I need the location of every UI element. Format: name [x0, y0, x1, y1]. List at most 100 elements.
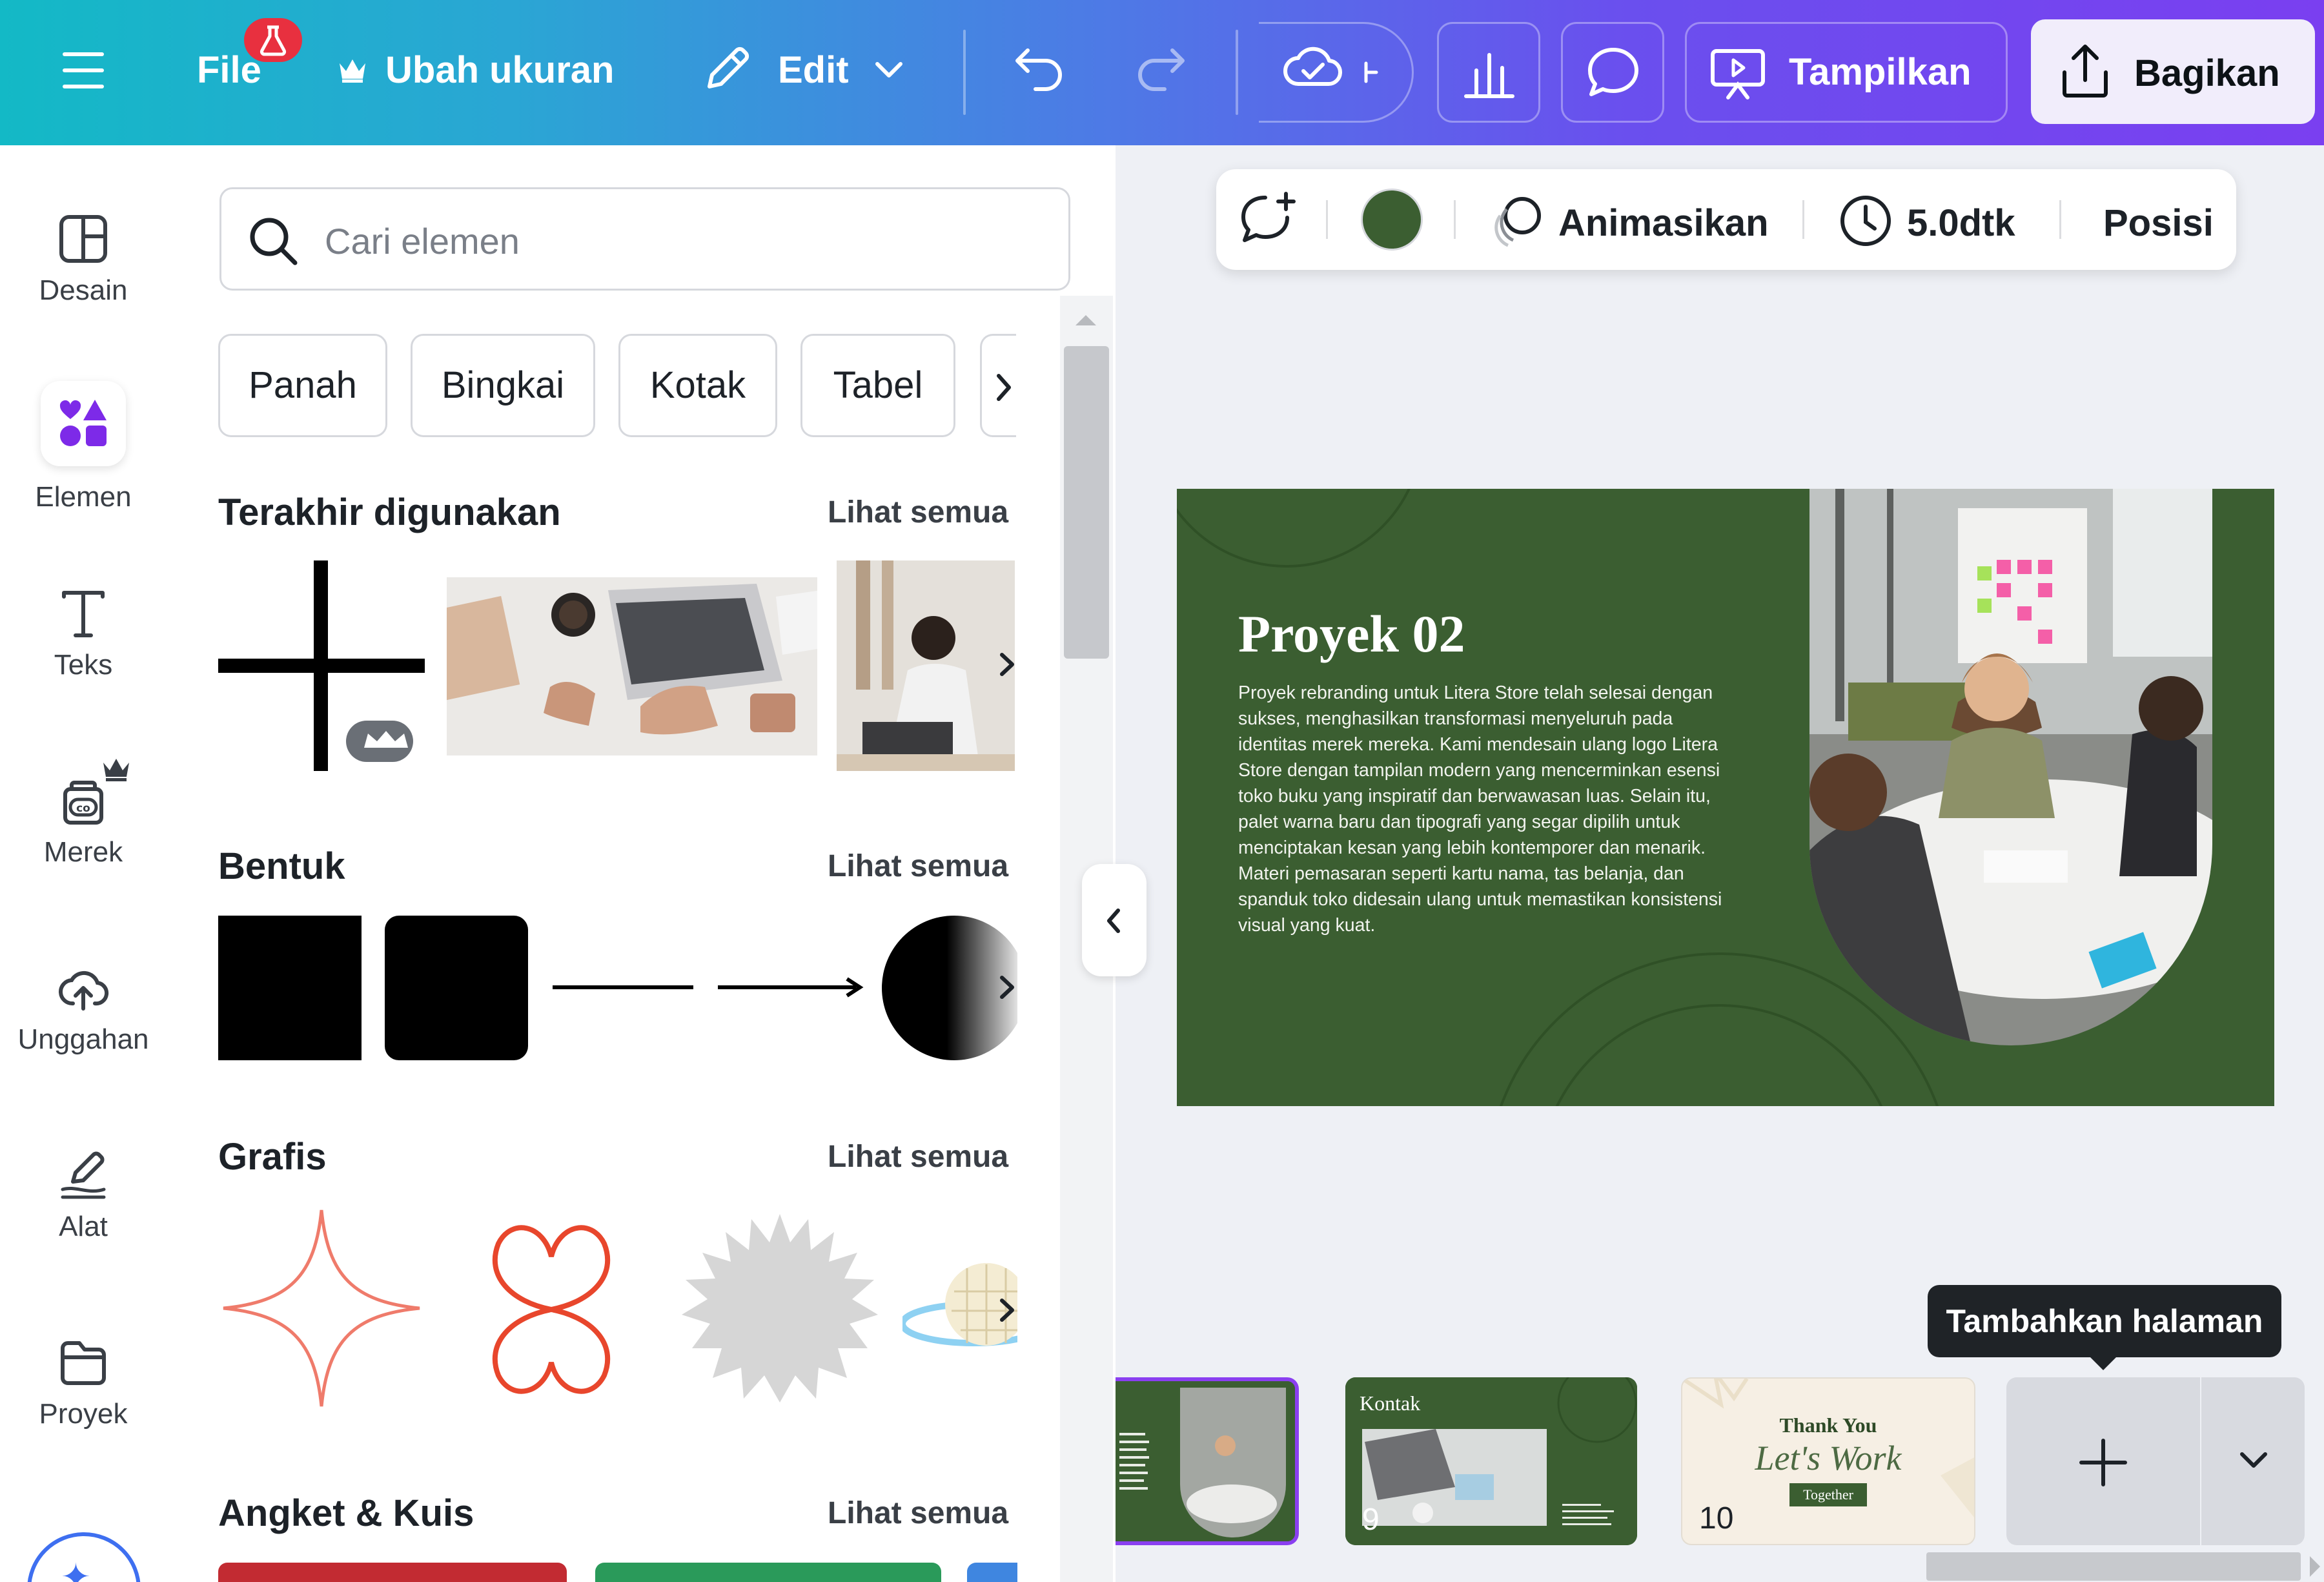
rail-item-uploads[interactable]: Unggahan: [0, 927, 167, 1101]
rail-label: Unggahan: [17, 1023, 149, 1055]
page-thumb-9[interactable]: Kontak 9: [1345, 1377, 1637, 1545]
lab-badge: [244, 18, 302, 62]
page-thumb-current[interactable]: [1116, 1377, 1299, 1545]
rail-item-brand[interactable]: co Merek: [0, 739, 167, 914]
collapse-panel-button[interactable]: [1082, 864, 1147, 976]
comments-button[interactable]: [1561, 22, 1664, 123]
chevron-right-icon: [996, 373, 1013, 402]
chevron-left-icon: [1105, 908, 1122, 934]
color-swatch[interactable]: [1361, 189, 1423, 251]
cloud-check-icon[interactable]: [1281, 41, 1343, 93]
add-page-tooltip: Tambahkan halaman: [1928, 1285, 2281, 1357]
see-all-polls[interactable]: Lihat semua: [828, 1495, 1008, 1531]
add-page-options-button[interactable]: [2201, 1377, 2305, 1545]
shape-arrow-line[interactable]: [718, 972, 865, 1002]
panel-scrollbar-thumb[interactable]: [1064, 346, 1109, 659]
rail-item-design[interactable]: Desain: [0, 178, 167, 352]
shapes-icon: [57, 397, 109, 449]
pages-scrollbar[interactable]: [1926, 1552, 2301, 1581]
text-icon: [57, 588, 109, 639]
more-icon[interactable]: [1363, 61, 1379, 84]
plus-icon: [2077, 1437, 2129, 1488]
edit-menu[interactable]: Edit: [778, 52, 849, 89]
search-icon: [247, 215, 299, 267]
tooltip-arrow: [2089, 1356, 2117, 1371]
rail-label: Merek: [43, 836, 123, 868]
rail-item-elements[interactable]: Elemen: [0, 365, 167, 539]
thumb9-title: Kontak: [1360, 1392, 1421, 1415]
page-thumb-10[interactable]: Thank You Let's Work Together 10: [1681, 1377, 1975, 1545]
rail-label: Teks: [54, 649, 113, 681]
search-input[interactable]: [325, 215, 1035, 267]
chip-tables[interactable]: Tabel: [800, 334, 955, 437]
add-comment-icon[interactable]: [1239, 191, 1298, 249]
share-icon: [2058, 44, 2112, 99]
left-rail: Desain Elemen Teks co Merek Unggahan Ala…: [0, 145, 167, 1582]
chevron-right-icon[interactable]: [985, 966, 1028, 1009]
position-button[interactable]: Posisi: [2103, 201, 2214, 245]
animate-icon: [1490, 194, 1544, 248]
scroll-up-icon[interactable]: [1073, 313, 1099, 328]
chip-scroll-right[interactable]: [980, 334, 1016, 437]
animate-button[interactable]: Animasikan: [1558, 201, 1769, 245]
shape-square[interactable]: [218, 916, 362, 1060]
resize-button[interactable]: Ubah ukuran: [385, 52, 615, 89]
section-title-shapes: Bentuk: [218, 845, 345, 887]
undo-icon[interactable]: [1014, 45, 1065, 94]
graphic-burst[interactable]: [675, 1205, 884, 1414]
chip-boxes[interactable]: Kotak: [618, 334, 777, 437]
graphic-flower[interactable]: [447, 1205, 656, 1414]
shape-line[interactable]: [553, 985, 693, 989]
section-title-graphics: Grafis: [218, 1136, 327, 1178]
clock-icon: [1839, 194, 1893, 248]
slide-photo[interactable]: [1809, 489, 2212, 1045]
chip-frames[interactable]: Bingkai: [411, 334, 595, 437]
thumb10-line2: Let's Work: [1755, 1439, 1902, 1477]
presentation-icon: [1709, 47, 1767, 101]
share-button[interactable]: Bagikan: [2031, 19, 2315, 124]
chevron-right-icon[interactable]: [985, 1289, 1028, 1331]
add-page-button[interactable]: [2006, 1377, 2200, 1545]
duration-button[interactable]: 5.0dtk: [1907, 201, 2015, 245]
layout-icon: [57, 213, 109, 265]
menu-icon[interactable]: [62, 50, 105, 90]
shape-rounded-square[interactable]: [385, 916, 528, 1060]
rail-item-projects[interactable]: Proyek: [0, 1301, 167, 1475]
chevron-right-icon[interactable]: [985, 643, 1028, 686]
rail-label: Proyek: [39, 1398, 128, 1430]
search-box[interactable]: [219, 187, 1070, 291]
rail-label: Elemen: [35, 481, 132, 513]
slide-title[interactable]: Proyek 02: [1238, 604, 1465, 664]
recent-plus-shape[interactable]: [218, 560, 425, 771]
comment-icon: [1586, 46, 1640, 100]
recent-laptop-photo[interactable]: [447, 577, 817, 755]
poll-item-blue[interactable]: [967, 1563, 1017, 1582]
brand-kit-icon: co: [57, 775, 109, 827]
magic-icon[interactable]: ✦: [27, 1532, 141, 1582]
graphic-sparkle[interactable]: [218, 1205, 425, 1412]
share-label: Bagikan: [2134, 52, 2280, 94]
cloud-upload-icon: [57, 962, 109, 1014]
see-all-recent[interactable]: Lihat semua: [828, 495, 1008, 530]
slide-body-text[interactable]: Proyek rebranding untuk Litera Store tel…: [1238, 680, 1729, 938]
pencil-icon: [700, 44, 752, 96]
see-all-shapes[interactable]: Lihat semua: [828, 848, 1008, 884]
chevron-down-icon: [2239, 1451, 2268, 1470]
scroll-right-icon[interactable]: [2309, 1555, 2321, 1578]
poll-item-green[interactable]: [595, 1563, 941, 1582]
present-button[interactable]: Tampilkan: [1685, 22, 2008, 123]
rail-item-tools[interactable]: Alat: [0, 1114, 167, 1288]
insights-button[interactable]: [1437, 22, 1540, 123]
chevron-down-icon[interactable]: [874, 61, 904, 80]
see-all-graphics[interactable]: Lihat semua: [828, 1139, 1008, 1175]
poll-item-red[interactable]: [218, 1563, 567, 1582]
redo-icon[interactable]: [1135, 45, 1187, 94]
slide-canvas[interactable]: Proyek 02 Proyek rebranding untuk Litera…: [1177, 489, 2274, 1106]
crown-icon: [337, 56, 368, 83]
rail-item-text[interactable]: Teks: [0, 552, 167, 726]
draw-icon: [57, 1149, 109, 1201]
chip-arrows[interactable]: Panah: [218, 334, 387, 437]
page-number: 9: [1362, 1503, 1380, 1537]
thumb10-line3: Together: [1789, 1483, 1867, 1506]
rail-label: Desain: [39, 274, 128, 306]
